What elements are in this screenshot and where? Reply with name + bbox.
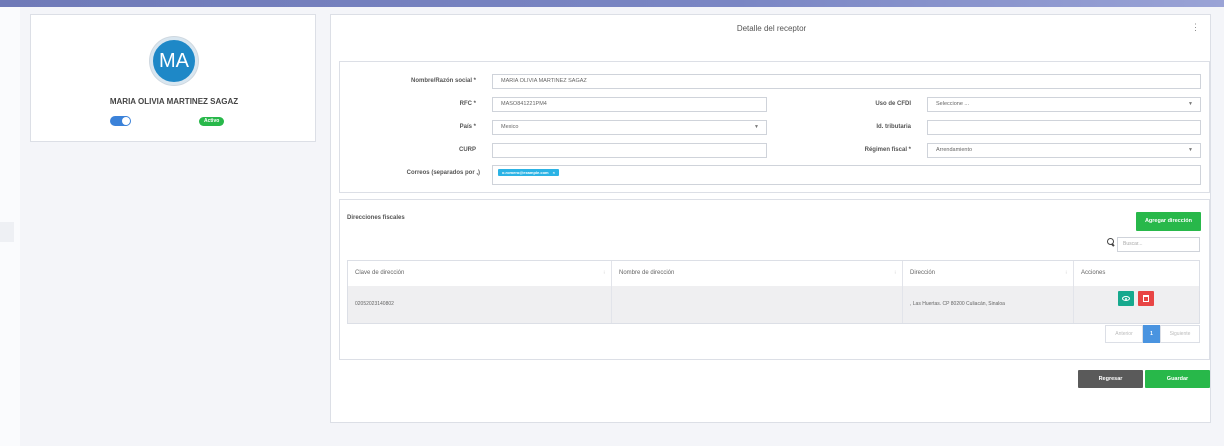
close-icon[interactable]: × [553,170,555,175]
status-badge: Activo [199,117,225,126]
add-address-button[interactable]: Agregar dirección [1136,212,1201,231]
id-tributaria-field[interactable] [927,120,1201,135]
column-header[interactable]: Dirección ⁝ [903,261,1074,286]
cell-acciones [1074,286,1199,323]
uso-cfdi-select[interactable]: Seleccione ... ▼ [927,97,1201,112]
correos-tags-input[interactable]: o.romero@example.com × [492,165,1201,185]
email-chip: o.romero@example.com × [498,169,559,176]
save-button[interactable]: Guardar [1145,370,1210,388]
kebab-vertical-icon[interactable]: ⋮ [1191,22,1200,33]
nombre-field[interactable]: MARIA OLIVIA MARTINEZ SAGAZ [492,74,1201,89]
page-title: Detalle del receptor [736,24,807,33]
pais-select[interactable]: Mexico ▼ [492,120,767,135]
search-icon [1107,238,1115,246]
column-header[interactable]: Nombre de dirección ⁝ [612,261,903,286]
profile-card: MA MARIA OLIVIA MARTINEZ SAGAZ Activo [30,14,316,142]
trash-icon [1143,295,1149,302]
view-button[interactable] [1118,291,1134,306]
curp-label: CURP [458,147,476,153]
chevron-down-icon: ▼ [1188,101,1193,107]
correos-label: Correos (separados por ,) [406,170,480,176]
column-header: Acciones [1081,270,1106,276]
search-input[interactable]: Buscar... [1117,237,1200,252]
sidebar-marker [0,222,14,242]
pais-value: Mexico [501,124,519,130]
email-chip-text: o.romero@example.com [502,170,549,175]
sort-icon: ⁝ [1065,270,1067,276]
chevron-down-icon: ▼ [754,124,759,130]
column-header[interactable]: Clave de dirección ⁝ [348,261,612,286]
top-bar [0,0,1224,7]
avatar: MA [150,37,198,85]
cell-direccion: , Las Huertas. CP 80200 Culiacán, Sinalo… [903,286,1074,323]
addresses-table: Clave de dirección ⁝ Nombre de dirección ⁝… [347,260,1200,324]
regimen-value: Arrendamiento [936,147,973,153]
rfc-field[interactable]: MASO841221PM4 [492,97,767,112]
table-row: 02052023140802 , Las Huertas. CP 80200 C… [348,286,1199,323]
sort-icon: ⁝ [603,270,605,276]
direcciones-title: Direcciones fiscales [347,215,405,221]
uso-cfdi-label: Uso de CFDI [875,101,911,107]
pagination-prev[interactable]: Anterior [1105,325,1143,343]
curp-field[interactable] [492,143,767,158]
chevron-down-icon: ▼ [1188,147,1193,153]
cell-clave: 02052023140802 [348,286,612,323]
active-toggle[interactable] [110,116,131,126]
back-button[interactable]: Regresar [1078,370,1143,388]
cell-nombre [612,286,903,323]
pagination-page[interactable]: 1 [1143,325,1160,343]
left-sidebar-strip [0,7,20,446]
pagination-next[interactable]: Siguiente [1160,325,1200,343]
rfc-label: RFC * [459,101,476,107]
sort-icon: ⁝ [894,270,896,276]
delete-button[interactable] [1138,291,1154,306]
eye-icon [1122,296,1130,301]
uso-cfdi-value: Seleccione ... [936,101,970,107]
pais-label: País * [459,124,476,130]
id-tributaria-label: Id. tributaria [876,124,911,130]
regimen-select[interactable]: Arrendamiento ▼ [927,143,1201,158]
nombre-label: Nombre/Razón social * [410,78,476,84]
profile-name: MARIA OLIVIA MARTINEZ SAGAZ [109,97,239,106]
regimen-label: Régimen fiscal * [864,147,911,153]
